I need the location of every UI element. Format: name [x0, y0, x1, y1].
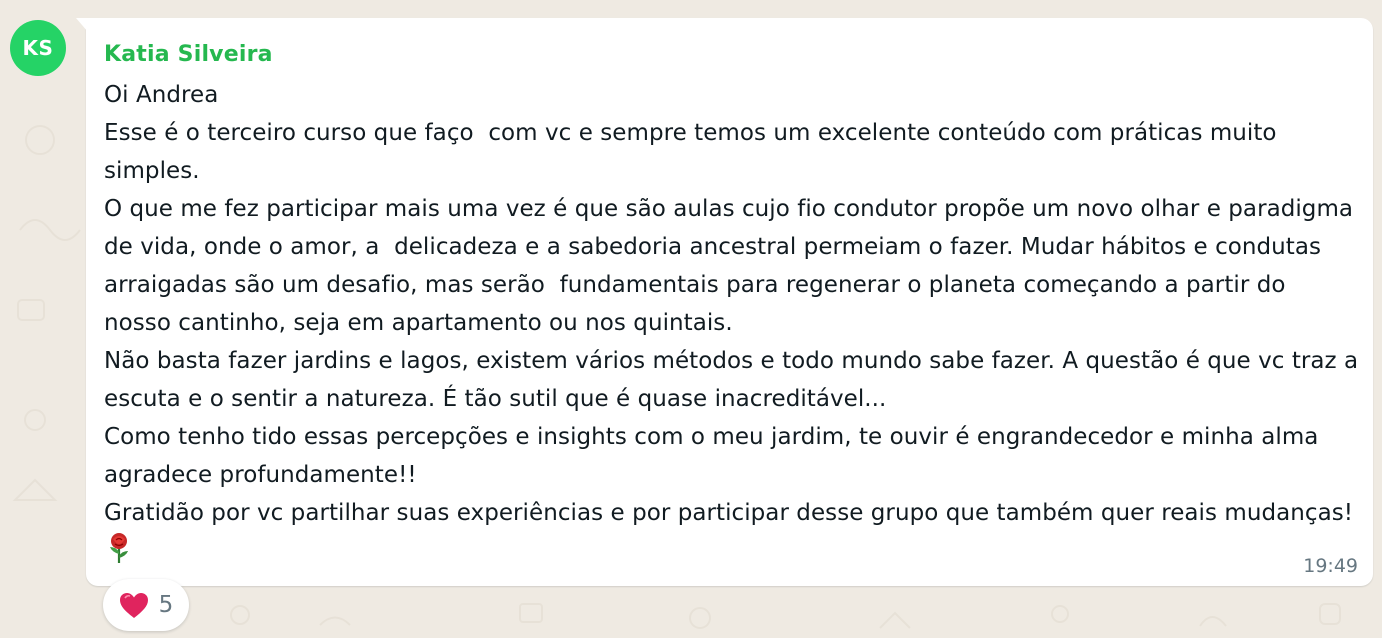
bubble-tail	[76, 18, 88, 32]
rose-emoji-icon	[110, 533, 128, 563]
message-body: Oi Andrea Esse é o terceiro curso que fa…	[104, 76, 1359, 570]
avatar[interactable]: KS	[10, 20, 66, 76]
message-time: 19:49	[1303, 555, 1358, 577]
avatar-initials: KS	[22, 36, 54, 60]
reaction-pill[interactable]: 5	[103, 579, 189, 631]
heart-icon	[119, 592, 148, 618]
message-text: Oi Andrea Esse é o terceiro curso que fa…	[104, 82, 1359, 526]
message-bubble[interactable]: Katia Silveira Oi Andrea Esse é o tercei…	[76, 18, 1373, 586]
sender-name[interactable]: Katia Silveira	[104, 42, 273, 67]
reaction-count: 5	[158, 592, 174, 618]
